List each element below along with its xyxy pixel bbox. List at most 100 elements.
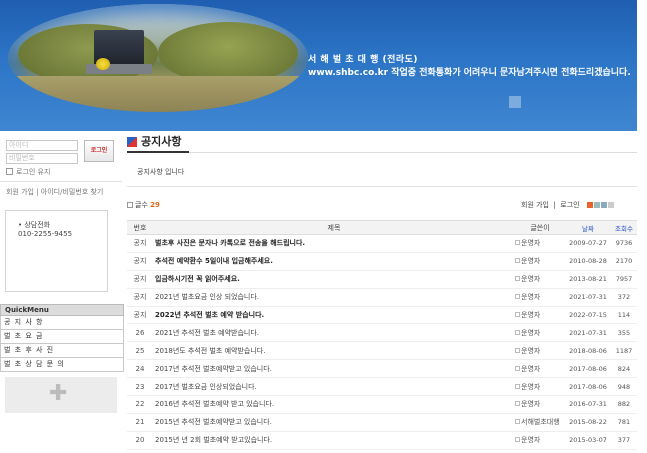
- row-author[interactable]: 운영자: [513, 234, 565, 253]
- join-link[interactable]: 회원 가입: [521, 201, 549, 209]
- row-subject-link[interactable]: 벌초후 사진은 문자나 카톡으로 전송을 해드립니다.: [153, 234, 513, 253]
- page-title: 공지사항: [127, 134, 181, 150]
- col-date[interactable]: 날짜: [565, 220, 611, 235]
- row-views: 948: [611, 377, 637, 397]
- row-subject-link[interactable]: 2015년 추석전 벌초예약받고 있습니다.: [153, 413, 513, 432]
- row-author[interactable]: 운영자: [513, 323, 565, 343]
- row-no: 22: [127, 395, 153, 414]
- quick-menu-item-inquiry[interactable]: 벌 초 상 담 문 의: [0, 358, 124, 372]
- table-row[interactable]: 25 2018년도 추석전 벌초 예약받습니다. 운영자 2018-08-06 1187: [127, 341, 637, 361]
- row-author[interactable]: 운영자: [513, 341, 565, 361]
- table-row[interactable]: 공지 벌초후 사진은 문자나 카톡으로 전송을 해드립니다. 운영자 2009-07-…: [127, 234, 637, 253]
- user-icon: [515, 312, 520, 317]
- row-author[interactable]: 운영자: [513, 395, 565, 414]
- site-message: www.shbc.co.kr 작업중 전화통화가 어려우니 문자남겨주시면 전화…: [308, 68, 631, 78]
- row-subject-link[interactable]: 2018년도 추석전 벌초 예약받습니다.: [153, 341, 513, 361]
- table-row[interactable]: 공지 입금하시기전 꼭 읽어주세요. 운영자 2013-08-21 7957: [127, 270, 637, 289]
- row-author[interactable]: 운영자: [513, 252, 565, 271]
- quick-menu-header: QuickMenu: [0, 304, 124, 316]
- user-icon: [515, 258, 520, 264]
- row-no: 25: [127, 341, 153, 361]
- list-icon: [127, 202, 133, 208]
- settings-icon[interactable]: [608, 202, 615, 208]
- table-header-row: 번호 제목 글쓴이 날짜 조회수: [127, 220, 637, 235]
- view-list-icon[interactable]: [594, 202, 601, 208]
- row-date: 2021-07-31: [565, 323, 611, 343]
- row-no: 20: [127, 431, 153, 450]
- row-no: 공지: [127, 270, 153, 289]
- quick-menu-item-photos[interactable]: 벌 초 후 사 진: [0, 344, 124, 358]
- board-table: 번호 제목 글쓴이 날짜 조회수 공지 벌초후 사진은 문자나 카톡으로 전송을 …: [127, 220, 637, 450]
- row-date: 2015-08-22: [565, 413, 611, 432]
- table-row[interactable]: 공지 추석전 예약환수 5일이내 입금해주세요. 운영자 2010-08-28 2170: [127, 252, 637, 271]
- row-subject-link[interactable]: 2022년 추석전 벌초 예약 받습니다.: [153, 306, 513, 325]
- quick-menu: QuickMenu 공 지 사 항 벌 초 요 금 벌 초 후 사 진 벌 초 …: [0, 304, 124, 372]
- table-row[interactable]: 23 2017년 벌초요금 인상되었습니다. 운영자 2017-08-06 948: [127, 377, 637, 397]
- table-row[interactable]: 24 2017년 추석전 벌초예약받고 있습니다. 운영자 2017-08-06 824: [127, 359, 637, 379]
- table-row[interactable]: 26 2021년 추석전 벌초 예약받습니다. 운영자 2021-07-31 355: [127, 323, 637, 343]
- row-author[interactable]: 운영자: [513, 359, 565, 379]
- login-link[interactable]: 로그인: [560, 201, 579, 209]
- checkbox-icon[interactable]: [6, 168, 13, 175]
- banner-photo: [8, 4, 308, 112]
- banner-square-decoration: [509, 96, 521, 108]
- user-icon: [515, 240, 520, 246]
- row-subject-link[interactable]: 2016년 추석전 벌초예약 받고 있습니다.: [153, 395, 513, 414]
- row-author[interactable]: 서해벌초대행: [513, 413, 565, 432]
- row-views: 355: [611, 323, 637, 343]
- login-divider: [0, 181, 122, 182]
- row-subject-link[interactable]: 2021년 추석전 벌초 예약받습니다.: [153, 323, 513, 343]
- row-views: 781: [611, 413, 637, 432]
- rss-icon[interactable]: [587, 202, 594, 208]
- row-author[interactable]: 운영자: [513, 270, 565, 289]
- login-button[interactable]: 로그인: [84, 140, 114, 162]
- view-grid-icon[interactable]: [601, 202, 608, 208]
- flower-image: [96, 58, 110, 70]
- row-date: 2017-08-06: [565, 377, 611, 397]
- plugin-placeholder: ✚: [5, 377, 117, 413]
- row-no: 공지: [127, 306, 153, 325]
- row-date: 2015-03-07: [565, 431, 611, 450]
- user-icon: [515, 437, 520, 443]
- password-input[interactable]: 비밀번호: [6, 153, 78, 164]
- row-author[interactable]: 운영자: [513, 377, 565, 397]
- table-row[interactable]: 공지 2022년 추석전 벌초 예약 받습니다. 운영자 2022-07-15 114: [127, 306, 637, 325]
- row-author[interactable]: 운영자: [513, 288, 565, 307]
- row-no: 23: [127, 377, 153, 397]
- row-date: 2021-07-31: [565, 288, 611, 307]
- post-count: 글수 29: [127, 200, 160, 210]
- row-date: 2017-08-06: [565, 359, 611, 379]
- header-banner: 서 해 벌 초 대 행 (전라도) www.shbc.co.kr 작업중 전화통…: [0, 0, 637, 131]
- row-subject-link[interactable]: 추석전 예약환수 5일이내 입금해주세요.: [153, 252, 513, 271]
- col-views[interactable]: 조회수: [611, 220, 637, 235]
- user-icon: [515, 294, 520, 300]
- row-views: 824: [611, 359, 637, 379]
- table-row[interactable]: 22 2016년 추석전 벌초예약 받고 있습니다. 운영자 2016-07-31 88…: [127, 395, 637, 414]
- board-actions: 회원 가입 | 로그인: [521, 200, 615, 210]
- quick-menu-item-notice[interactable]: 공 지 사 항: [0, 316, 124, 330]
- row-subject-link[interactable]: 2017년 벌초요금 인상되었습니다.: [153, 377, 513, 397]
- id-input[interactable]: 아이디: [6, 140, 78, 151]
- member-links[interactable]: 회원 가입 | 아이디/비밀번호 찾기: [6, 187, 126, 197]
- table-row[interactable]: 공지 2021년 벌초요금 인상 되었습니다. 운영자 2021-07-31 372: [127, 288, 637, 307]
- row-subject-link[interactable]: 입금하시기전 꼭 읽어주세요.: [153, 270, 513, 289]
- row-views: 372: [611, 288, 637, 307]
- row-author[interactable]: 운영자: [513, 431, 565, 450]
- row-no: 26: [127, 323, 153, 343]
- consult-label: • 상담전화: [18, 221, 51, 229]
- table-row[interactable]: 20 2015년 년 2회 벌초예약 받고있습니다. 운영자 2015-03-07 37…: [127, 431, 637, 450]
- consult-phone: 010-2255-9455: [18, 230, 73, 238]
- board-description: 공지사항 입니다: [127, 160, 637, 187]
- quick-menu-item-price[interactable]: 벌 초 요 금: [0, 330, 124, 344]
- user-icon: [515, 419, 520, 425]
- keep-login-checkbox[interactable]: 로그인 유지: [6, 167, 50, 177]
- table-row[interactable]: 21 2015년 추석전 벌초예약받고 있습니다. 서해벌초대행 2015-08-22…: [127, 413, 637, 432]
- row-author[interactable]: 운영자: [513, 306, 565, 325]
- row-no: 21: [127, 413, 153, 432]
- row-subject-link[interactable]: 2015년 년 2회 벌초예약 받고있습니다.: [153, 431, 513, 450]
- login-box: 아이디 비밀번호 로그인 로그인 유지 회원 가입 | 아이디/비밀번호 찾기: [0, 136, 118, 198]
- row-date: 2016-07-31: [565, 395, 611, 414]
- row-subject-link[interactable]: 2021년 벌초요금 인상 되었습니다.: [153, 288, 513, 307]
- user-icon: [515, 383, 520, 389]
- row-subject-link[interactable]: 2017년 추석전 벌초예약받고 있습니다.: [153, 359, 513, 379]
